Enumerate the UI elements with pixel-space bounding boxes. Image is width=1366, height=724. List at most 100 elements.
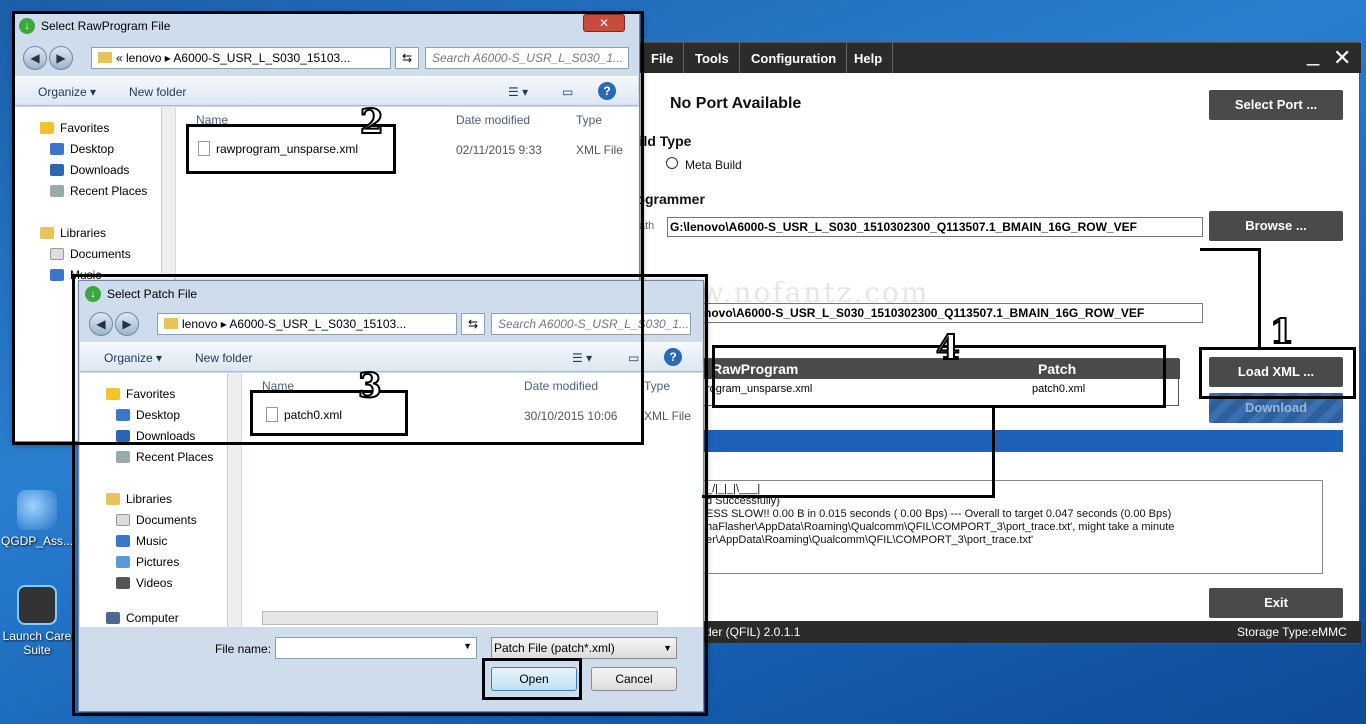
select-port-button[interactable]: Select Port ... <box>1209 90 1343 120</box>
minimize-icon[interactable]: _ <box>1307 41 1319 67</box>
search-input[interactable]: Search A6000-S_USR_L_S030_1... <box>425 47 629 69</box>
menu-tools[interactable]: Tools <box>685 43 740 73</box>
programmer-path-field[interactable]: G:\lenovo\A6000-S_USR_L_S030_1510302300_… <box>667 217 1203 237</box>
refresh-button[interactable]: ⇆ <box>395 47 419 69</box>
view-icon[interactable]: ☰ ▾ <box>508 85 528 99</box>
preview-pane-icon[interactable]: ▭ <box>562 85 573 99</box>
xml-file-icon <box>198 141 210 156</box>
menu-file[interactable]: File <box>641 43 685 73</box>
back-button[interactable]: ◀ <box>23 46 47 70</box>
organize-button[interactable]: Organize ▾ <box>104 351 162 365</box>
xml-file-icon <box>266 407 278 422</box>
nav-desktop[interactable]: Desktop <box>116 408 180 422</box>
downloads-icon <box>116 430 130 442</box>
nav-downloads[interactable]: Downloads <box>116 429 195 443</box>
nav-pictures[interactable]: Pictures <box>116 555 179 569</box>
nav-computer[interactable]: Computer <box>106 611 179 625</box>
close-button[interactable]: ✕ <box>583 14 625 32</box>
nav-scrollbar[interactable] <box>227 373 241 627</box>
address-text: « lenovo ▸ A6000-S_USR_L_S030_15103... <box>116 51 351 65</box>
desktop-icon <box>116 409 130 421</box>
file-item-rawprogram[interactable]: rawprogram_unsparse.xml <box>198 141 358 156</box>
help-icon[interactable]: ? <box>598 82 616 100</box>
column-type[interactable]: Type <box>576 113 602 127</box>
forward-button[interactable]: ▶ <box>49 46 73 70</box>
filename-input[interactable]: ▼ <box>275 637 477 659</box>
browse-button[interactable]: Browse ... <box>1209 211 1343 241</box>
videos-icon <box>116 577 130 589</box>
recent-places-icon <box>50 185 64 197</box>
refresh-button[interactable]: ⇆ <box>461 313 485 335</box>
libraries-icon <box>106 493 120 505</box>
connector-line <box>1200 248 1260 251</box>
nav-favorites[interactable]: Favorites <box>40 121 109 135</box>
music-icon <box>50 269 64 281</box>
download-button[interactable]: Download <box>1209 393 1343 423</box>
nav-recent-places[interactable]: Recent Places <box>50 184 147 198</box>
nav-libraries[interactable]: Libraries <box>106 492 172 506</box>
cancel-button[interactable]: Cancel <box>591 667 677 691</box>
annotation-number-3: 3 <box>357 365 383 407</box>
view-icon[interactable]: ☰ ▾ <box>572 351 592 365</box>
annotation-number-1: 1 <box>1269 311 1295 353</box>
load-xml-button[interactable]: Load XML ... <box>1209 357 1343 387</box>
desktop-icon-qgdp[interactable]: QGDP_Ass... <box>0 490 74 548</box>
progress-bar <box>701 430 1343 452</box>
nav-documents[interactable]: Documents <box>116 513 197 527</box>
computer-icon <box>106 612 120 624</box>
nav-downloads[interactable]: Downloads <box>50 163 129 177</box>
documents-icon <box>116 514 130 526</box>
patch-cell: patch0.xml <box>1032 383 1086 395</box>
file-type-filter[interactable]: Patch File (patch*.xml) ▼ <box>491 637 677 659</box>
star-icon <box>40 122 54 134</box>
pictures-icon <box>116 556 130 568</box>
nav-favorites[interactable]: Favorites <box>106 387 175 401</box>
recent-places-icon <box>116 451 130 463</box>
version-text: der (QFIL) 2.0.1.1 <box>705 625 801 639</box>
meta-build-radio[interactable] <box>666 157 678 169</box>
nav-desktop[interactable]: Desktop <box>50 142 114 156</box>
column-date-modified[interactable]: Date modified <box>456 113 530 127</box>
desktop-icon-launch-care-suite[interactable]: Launch Care Suite <box>0 585 74 657</box>
preview-pane-icon[interactable]: ▭ <box>628 351 639 365</box>
menu-help[interactable]: Help <box>844 43 894 73</box>
libraries-icon <box>40 227 54 239</box>
nav-music[interactable]: Music <box>116 534 167 548</box>
help-icon[interactable]: ? <box>664 348 682 366</box>
column-type[interactable]: Type <box>644 379 670 393</box>
nav-scrollbar[interactable] <box>161 107 175 277</box>
new-folder-button[interactable]: New folder <box>195 351 252 365</box>
exit-button[interactable]: Exit <box>1209 588 1343 618</box>
connector-line <box>1258 248 1261 348</box>
menu-configuration[interactable]: Configuration <box>741 43 848 73</box>
dialog-title: Select RawProgram File <box>41 19 171 33</box>
annotation-number-2: 2 <box>359 101 385 143</box>
column-name[interactable]: Name <box>196 113 228 127</box>
column-date-modified[interactable]: Date modified <box>524 379 598 393</box>
open-button[interactable]: Open <box>491 667 577 691</box>
address-bar[interactable]: « lenovo ▸ A6000-S_USR_L_S030_15103... <box>91 47 391 69</box>
documents-icon <box>50 248 64 260</box>
rawprogram-cell: rogram_unsparse.xml <box>706 383 813 395</box>
connector-line <box>702 495 995 498</box>
file-item-patch0[interactable]: patch0.xml <box>266 407 342 422</box>
nav-documents[interactable]: Documents <box>50 247 131 261</box>
nav-videos[interactable]: Videos <box>116 576 172 590</box>
search-input[interactable]: Search A6000-S_USR_L_S030_1... <box>491 313 691 335</box>
column-name[interactable]: Name <box>262 379 294 393</box>
forward-button[interactable]: ▶ <box>115 312 139 336</box>
close-icon[interactable]: ✕ <box>1333 45 1351 71</box>
address-bar[interactable]: lenovo ▸ A6000-S_USR_L_S030_15103... <box>157 313 457 335</box>
nav-recent-places[interactable]: Recent Places <box>116 450 213 464</box>
new-folder-button[interactable]: New folder <box>129 85 186 99</box>
port-status: No Port Available <box>670 95 802 112</box>
log-line: ESS SLOW!! 0.00 B in 0.015 seconds ( 0.0… <box>706 508 1172 520</box>
horizontal-scrollbar[interactable] <box>262 611 658 625</box>
downloads-icon <box>50 164 64 176</box>
back-button[interactable]: ◀ <box>89 312 113 336</box>
path-label: ath <box>639 220 655 232</box>
folder-icon <box>98 52 112 63</box>
organize-button[interactable]: Organize ▾ <box>38 85 96 99</box>
nav-libraries[interactable]: Libraries <box>40 226 106 240</box>
star-icon <box>106 388 120 400</box>
